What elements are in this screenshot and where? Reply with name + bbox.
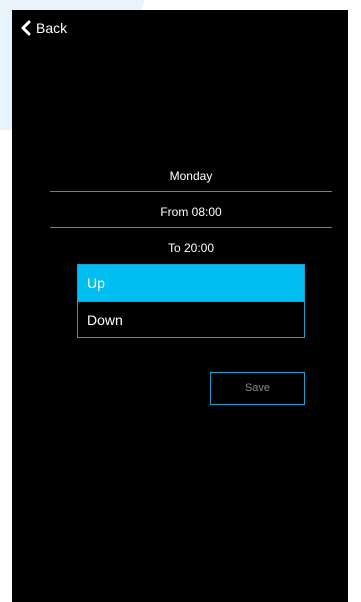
direction-list: Up Down bbox=[77, 264, 305, 338]
divider bbox=[50, 227, 332, 228]
list-item-down[interactable]: Down bbox=[78, 302, 304, 338]
back-label: Back bbox=[36, 20, 68, 36]
back-button[interactable]: Back bbox=[20, 20, 67, 36]
to-time-label[interactable]: To 20:00 bbox=[50, 241, 332, 255]
phone-screen: Back Monday From 08:00 To 20:00 Up Down … bbox=[12, 10, 348, 602]
divider bbox=[50, 191, 332, 192]
from-time-label[interactable]: From 08:00 bbox=[50, 205, 332, 219]
chevron-left-icon bbox=[20, 20, 32, 36]
list-item-up[interactable]: Up bbox=[78, 265, 304, 302]
save-button[interactable]: Save bbox=[210, 372, 305, 405]
day-label[interactable]: Monday bbox=[50, 169, 332, 183]
